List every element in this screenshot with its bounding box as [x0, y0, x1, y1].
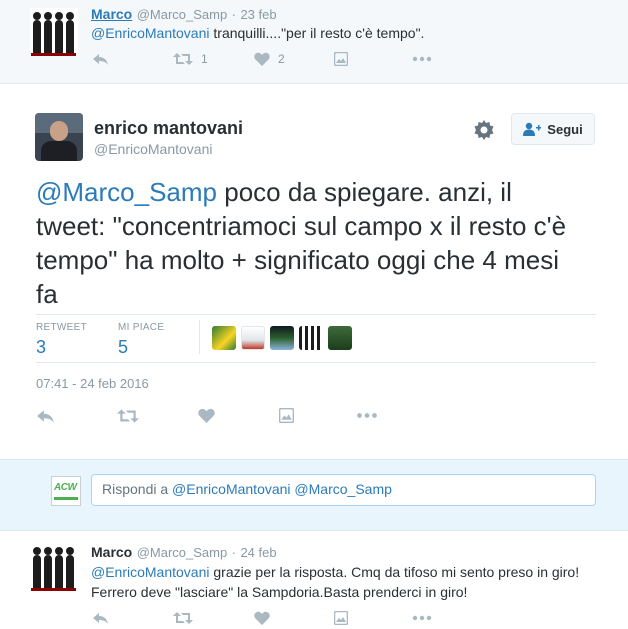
tweet-date[interactable]: 24 feb [240, 545, 276, 560]
reply-icon [37, 410, 54, 423]
retweet-stat-value: 3 [36, 337, 47, 357]
reply-button[interactable] [92, 611, 109, 625]
like-icon [254, 52, 270, 66]
author-handle[interactable]: @Marco_Samp [137, 7, 228, 22]
like-icon [254, 611, 270, 625]
retweet-count: 1 [201, 52, 208, 66]
likes-stat-value: 5 [118, 337, 129, 357]
like-button[interactable]: 2 [254, 52, 285, 66]
logo-text: ACW [54, 482, 77, 493]
meta-separator: · [231, 7, 236, 22]
more-button[interactable] [356, 408, 378, 423]
likes-stat-label: MI PIACE [118, 322, 165, 333]
add-user-icon [523, 122, 542, 136]
more-button[interactable] [412, 52, 432, 66]
current-user-avatar[interactable]: ACW [51, 476, 81, 506]
reply-icon [93, 613, 108, 624]
liker-avatar[interactable] [212, 326, 236, 350]
liker-avatar[interactable] [241, 326, 265, 350]
more-icon [412, 615, 432, 621]
retweet-icon [173, 53, 193, 65]
reply-button[interactable] [36, 408, 55, 424]
like-button[interactable] [254, 611, 270, 625]
author-handle[interactable]: @EnricoMantovani [94, 141, 213, 157]
mention-link[interactable]: @EnricoMantovani [91, 564, 210, 580]
tweet-timestamp[interactable]: 07:41 - 24 feb 2016 [36, 376, 149, 391]
retweet-button[interactable]: 1 [173, 52, 208, 66]
meta-separator: · [231, 545, 236, 560]
retweet-button[interactable] [173, 611, 193, 625]
divider [199, 320, 200, 354]
likes-stat[interactable]: MI PIACE 5 [118, 322, 164, 358]
image-icon [334, 52, 348, 66]
tweet-text: @EnricoMantovani grazie per la risposta.… [91, 564, 580, 600]
divider [36, 362, 596, 363]
retweet-icon [173, 612, 193, 624]
author-name[interactable]: Marco [91, 544, 132, 560]
tweet-conversation-parent[interactable]: Marco @Marco_Samp · 23 feb @EnricoMantov… [0, 0, 628, 84]
divider [36, 314, 596, 315]
image-button[interactable] [334, 611, 348, 625]
author-handle[interactable]: @Marco_Samp [137, 545, 228, 560]
follow-button[interactable]: Segui [511, 113, 595, 145]
more-icon [412, 56, 432, 62]
author-name[interactable]: enrico mantovani [94, 118, 243, 139]
avatar[interactable] [30, 543, 78, 591]
image-button[interactable] [279, 408, 294, 423]
liker-avatar[interactable] [328, 326, 352, 350]
retweet-button[interactable] [117, 408, 139, 424]
retweet-stat[interactable]: RETWEET 3 [36, 322, 87, 358]
image-icon [334, 611, 348, 625]
mention-link[interactable]: @Marco_Samp [36, 177, 217, 207]
reply-input[interactable]: Rispondi a @EnricoMantovani @Marco_Samp [91, 474, 596, 506]
reply-mentions: @EnricoMantovani @Marco_Samp [172, 481, 392, 497]
reply-button[interactable] [92, 52, 109, 66]
settings-button[interactable] [474, 120, 494, 145]
avatar[interactable] [30, 8, 78, 56]
like-button[interactable] [198, 408, 215, 423]
tweet-text: @Marco_Samp poco da spiegare. anzi, il t… [36, 177, 567, 309]
reply-icon [93, 54, 108, 65]
tweet-text: tranquilli...."per il resto c'è tempo". [209, 25, 425, 41]
more-icon [357, 413, 377, 418]
image-icon [279, 408, 294, 423]
retweet-icon [117, 409, 139, 423]
more-button[interactable] [412, 611, 432, 625]
reply-prefix: Rispondi a [102, 481, 173, 497]
gear-icon [474, 120, 494, 140]
author-name[interactable]: Marco [91, 6, 132, 22]
image-button[interactable] [334, 52, 348, 66]
mention-link[interactable]: @EnricoMantovani [91, 25, 210, 41]
liker-avatar[interactable] [270, 326, 294, 350]
tweet-date[interactable]: 23 feb [240, 7, 276, 22]
liker-avatar[interactable] [299, 326, 323, 350]
retweet-stat-label: RETWEET [36, 322, 87, 333]
like-icon [198, 408, 215, 423]
like-count: 2 [278, 52, 285, 66]
follow-label: Segui [547, 121, 583, 137]
avatar[interactable] [35, 113, 83, 161]
